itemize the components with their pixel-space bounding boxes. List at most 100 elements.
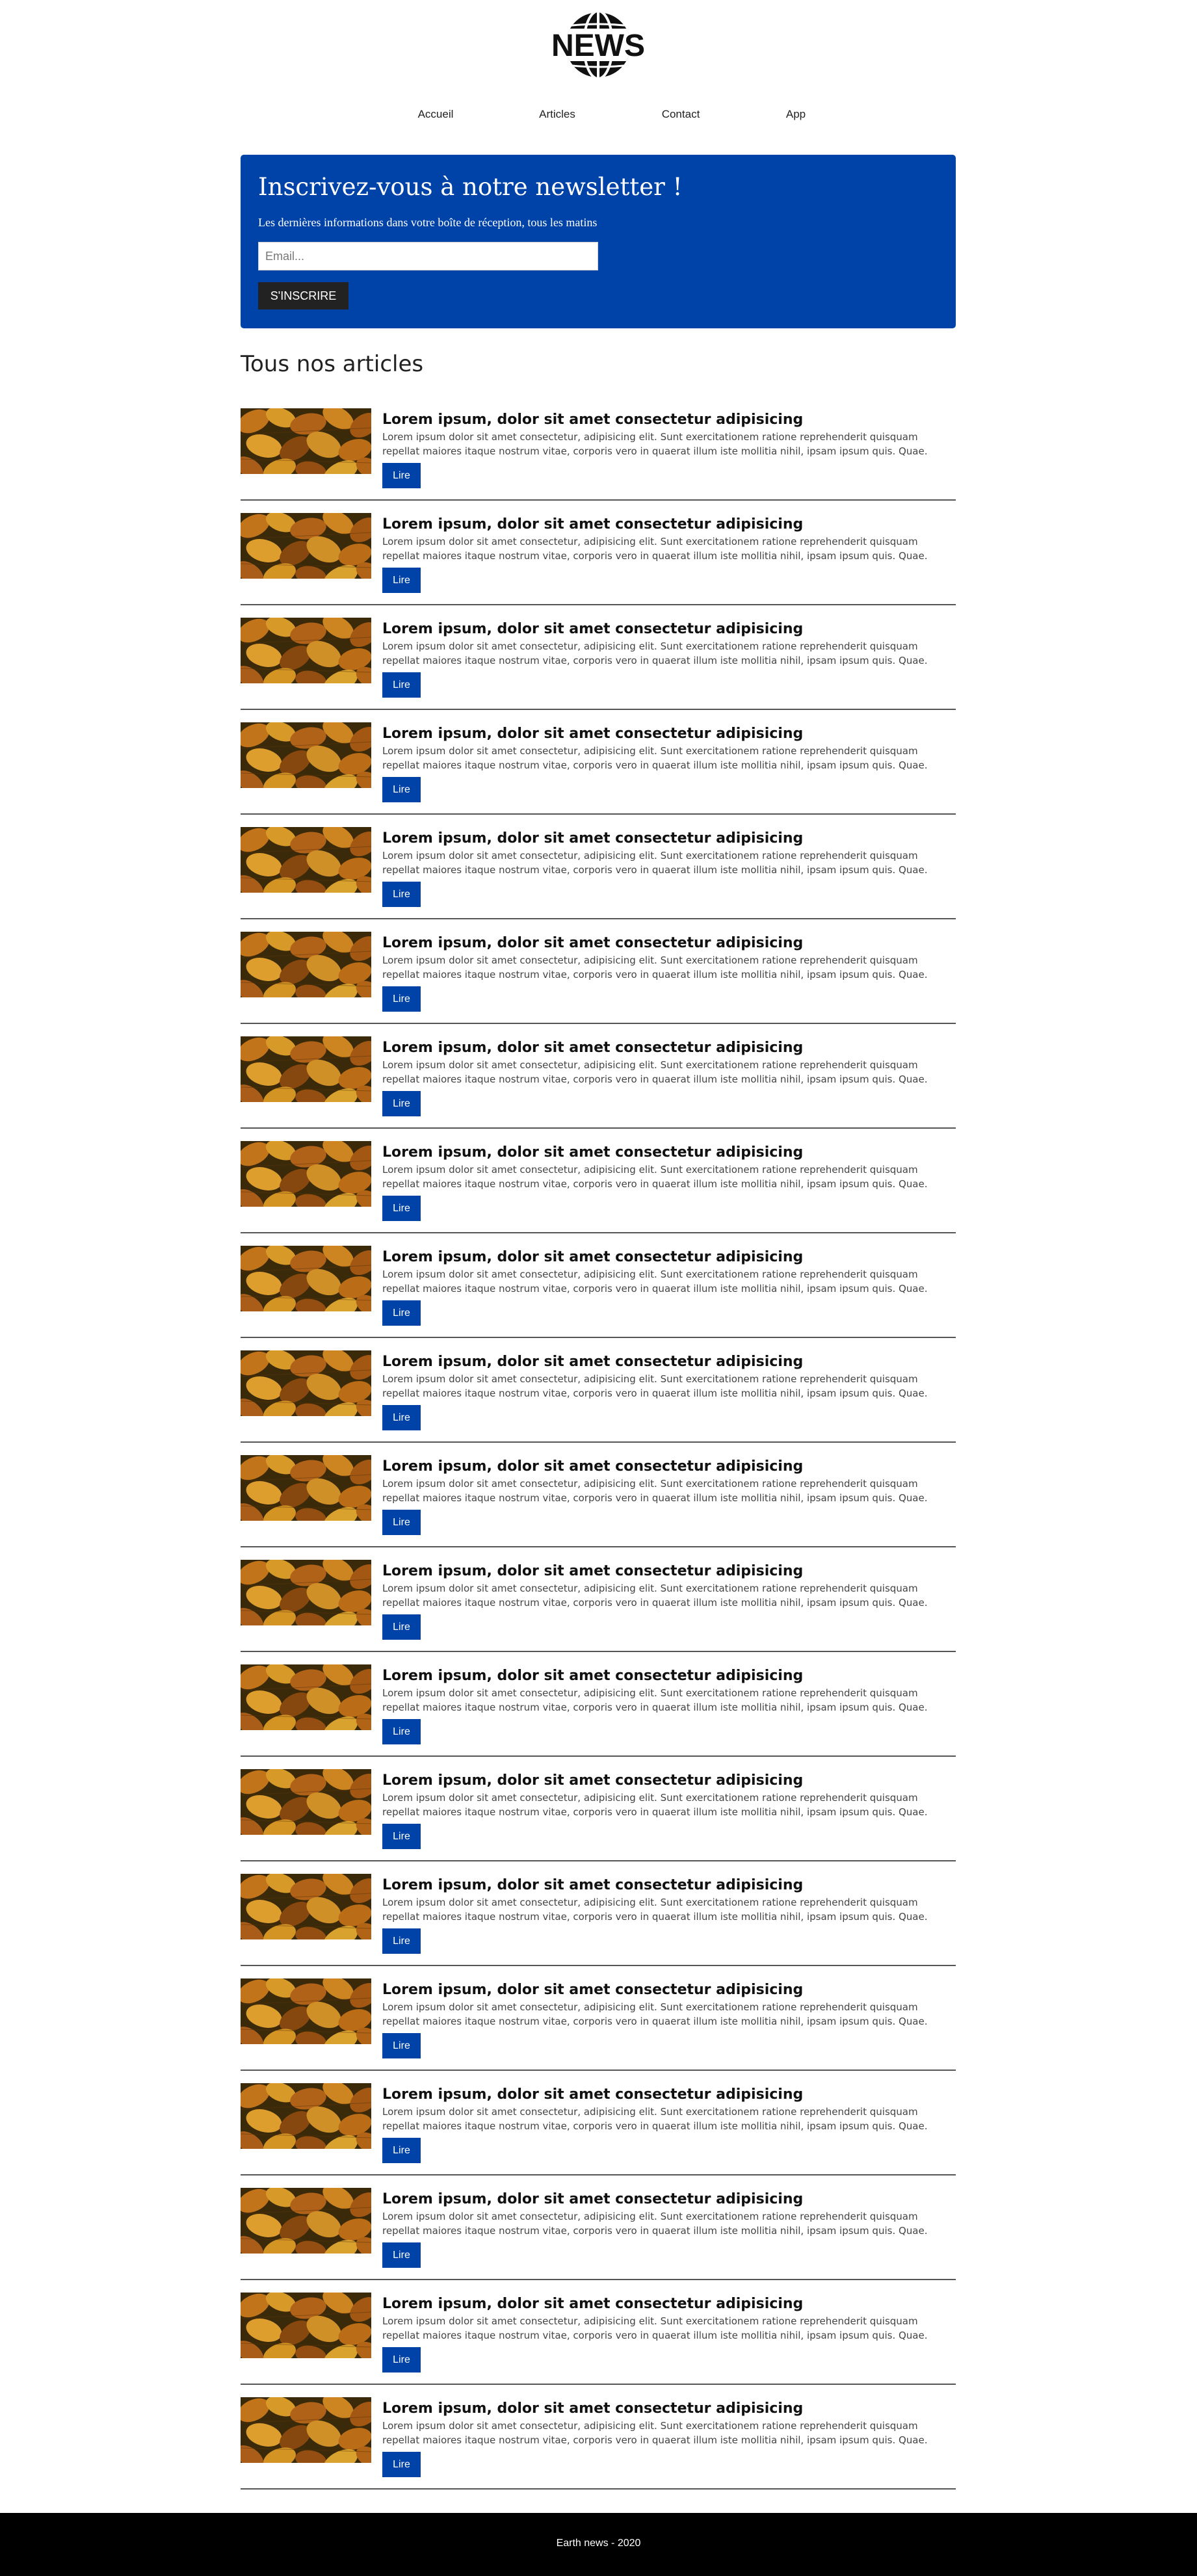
article-thumbnail[interactable] bbox=[241, 1978, 371, 2044]
article-thumbnail[interactable] bbox=[241, 2293, 371, 2358]
read-button[interactable]: Lire bbox=[382, 1928, 421, 1954]
article-title[interactable]: Lorem ipsum, dolor sit amet consectetur … bbox=[382, 621, 803, 637]
article-title[interactable]: Lorem ipsum, dolor sit amet consectetur … bbox=[382, 1877, 803, 1893]
autumn-leaves-image bbox=[241, 1036, 371, 1102]
read-button[interactable]: Lire bbox=[382, 1091, 421, 1116]
article-thumbnail[interactable] bbox=[241, 1560, 371, 1625]
nav-item-articles[interactable]: Articles bbox=[539, 108, 575, 121]
article-title[interactable]: Lorem ipsum, dolor sit amet consectetur … bbox=[382, 1458, 803, 1475]
article-excerpt: Lorem ipsum dolor sit amet consectetur, … bbox=[382, 954, 928, 980]
article-title[interactable]: Lorem ipsum, dolor sit amet consectetur … bbox=[382, 2086, 803, 2103]
subscribe-button[interactable]: S'INSCRIRE bbox=[258, 282, 349, 309]
article-title[interactable]: Lorem ipsum, dolor sit amet consectetur … bbox=[382, 2296, 803, 2312]
article-item: Lorem ipsum, dolor sit amet consectetur … bbox=[241, 2083, 956, 2188]
article-thumbnail[interactable] bbox=[241, 827, 371, 893]
article-thumbnail[interactable] bbox=[241, 408, 371, 474]
article-thumbnail[interactable] bbox=[241, 1664, 371, 1730]
nav-item-app[interactable]: App bbox=[786, 108, 806, 121]
article-thumbnail[interactable] bbox=[241, 2188, 371, 2254]
autumn-leaves-image bbox=[241, 2293, 371, 2358]
read-button[interactable]: Lire bbox=[382, 1719, 421, 1744]
article-divider bbox=[241, 2070, 956, 2071]
article-excerpt: Lorem ipsum dolor sit amet consectetur, … bbox=[382, 2315, 928, 2341]
article-excerpt: Lorem ipsum dolor sit amet consectetur, … bbox=[382, 745, 928, 771]
read-button[interactable]: Lire bbox=[382, 1300, 421, 1326]
article-excerpt: Lorem ipsum dolor sit amet consectetur, … bbox=[382, 2211, 928, 2237]
article-item: Lorem ipsum, dolor sit amet consectetur … bbox=[241, 1874, 956, 1978]
article-excerpt: Lorem ipsum dolor sit amet consectetur, … bbox=[382, 640, 928, 666]
article-item: Lorem ipsum, dolor sit amet consectetur … bbox=[241, 408, 956, 513]
article-excerpt: Lorem ipsum dolor sit amet consectetur, … bbox=[382, 1268, 928, 1295]
article-item: Lorem ipsum, dolor sit amet consectetur … bbox=[241, 2293, 956, 2397]
article-thumbnail[interactable] bbox=[241, 1874, 371, 1939]
article-title[interactable]: Lorem ipsum, dolor sit amet consectetur … bbox=[382, 1040, 803, 1056]
article-item: Lorem ipsum, dolor sit amet consectetur … bbox=[241, 1664, 956, 1769]
article-item: Lorem ipsum, dolor sit amet consectetur … bbox=[241, 513, 956, 618]
article-thumbnail[interactable] bbox=[241, 2397, 371, 2463]
read-button[interactable]: Lire bbox=[382, 1405, 421, 1430]
article-item: Lorem ipsum, dolor sit amet consectetur … bbox=[241, 2188, 956, 2293]
article-thumbnail[interactable] bbox=[241, 1350, 371, 1416]
article-title[interactable]: Lorem ipsum, dolor sit amet consectetur … bbox=[382, 1772, 803, 1789]
article-divider bbox=[241, 918, 956, 919]
read-button[interactable]: Lire bbox=[382, 568, 421, 593]
read-button[interactable]: Lire bbox=[382, 672, 421, 698]
article-thumbnail[interactable] bbox=[241, 1036, 371, 1102]
article-title[interactable]: Lorem ipsum, dolor sit amet consectetur … bbox=[382, 1144, 803, 1161]
article-thumbnail[interactable] bbox=[241, 2083, 371, 2149]
article-title[interactable]: Lorem ipsum, dolor sit amet consectetur … bbox=[382, 2400, 803, 2417]
read-button[interactable]: Lire bbox=[382, 1510, 421, 1535]
article-title[interactable]: Lorem ipsum, dolor sit amet consectetur … bbox=[382, 935, 803, 951]
article-divider bbox=[241, 1023, 956, 1024]
read-button[interactable]: Lire bbox=[382, 1196, 421, 1221]
article-title[interactable]: Lorem ipsum, dolor sit amet consectetur … bbox=[382, 830, 803, 847]
autumn-leaves-image bbox=[241, 932, 371, 997]
autumn-leaves-image bbox=[241, 1978, 371, 2044]
read-button[interactable]: Lire bbox=[382, 777, 421, 802]
article-thumbnail[interactable] bbox=[241, 932, 371, 997]
article-divider bbox=[241, 1755, 956, 1757]
article-title[interactable]: Lorem ipsum, dolor sit amet consectetur … bbox=[382, 1354, 803, 1370]
article-thumbnail[interactable] bbox=[241, 513, 371, 579]
article-title[interactable]: Lorem ipsum, dolor sit amet consectetur … bbox=[382, 1563, 803, 1579]
article-divider bbox=[241, 1337, 956, 1338]
read-button[interactable]: Lire bbox=[382, 2138, 421, 2163]
article-divider bbox=[241, 1651, 956, 1652]
article-title[interactable]: Lorem ipsum, dolor sit amet consectetur … bbox=[382, 726, 803, 742]
autumn-leaves-image bbox=[241, 408, 371, 474]
article-thumbnail[interactable] bbox=[241, 618, 371, 683]
read-button[interactable]: Lire bbox=[382, 2347, 421, 2372]
newsletter-panel: Inscrivez-vous à notre newsletter ! Les … bbox=[241, 155, 956, 328]
article-thumbnail[interactable] bbox=[241, 1246, 371, 1311]
article-divider bbox=[241, 2279, 956, 2280]
read-button[interactable]: Lire bbox=[382, 882, 421, 907]
article-title[interactable]: Lorem ipsum, dolor sit amet consectetur … bbox=[382, 412, 803, 428]
article-title[interactable]: Lorem ipsum, dolor sit amet consectetur … bbox=[382, 1668, 803, 1684]
article-thumbnail[interactable] bbox=[241, 1141, 371, 1207]
article-thumbnail[interactable] bbox=[241, 1455, 371, 1521]
email-input[interactable] bbox=[258, 242, 598, 270]
nav-item-accueil[interactable]: Accueil bbox=[418, 108, 454, 121]
article-thumbnail[interactable] bbox=[241, 722, 371, 788]
read-button[interactable]: Lire bbox=[382, 1614, 421, 1640]
read-button[interactable]: Lire bbox=[382, 986, 421, 1012]
nav-item-contact[interactable]: Contact bbox=[662, 108, 700, 121]
read-button[interactable]: Lire bbox=[382, 2033, 421, 2058]
article-title[interactable]: Lorem ipsum, dolor sit amet consectetur … bbox=[382, 1982, 803, 1998]
article-title[interactable]: Lorem ipsum, dolor sit amet consectetur … bbox=[382, 516, 803, 532]
read-button[interactable]: Lire bbox=[382, 2452, 421, 2477]
read-button[interactable]: Lire bbox=[382, 2242, 421, 2268]
article-excerpt: Lorem ipsum dolor sit amet consectetur, … bbox=[382, 1792, 928, 1818]
footer: Earth news - 2020 bbox=[0, 2513, 1197, 2576]
article-excerpt: Lorem ipsum dolor sit amet consectetur, … bbox=[382, 1897, 928, 1923]
article-title[interactable]: Lorem ipsum, dolor sit amet consectetur … bbox=[382, 2191, 803, 2207]
article-item: Lorem ipsum, dolor sit amet consectetur … bbox=[241, 1978, 956, 2083]
article-title[interactable]: Lorem ipsum, dolor sit amet consectetur … bbox=[382, 1249, 803, 1265]
globe-icon: NEWS bbox=[551, 12, 645, 77]
article-divider bbox=[241, 1441, 956, 1443]
read-button[interactable]: Lire bbox=[382, 1824, 421, 1849]
article-thumbnail[interactable] bbox=[241, 1769, 371, 1835]
read-button[interactable]: Lire bbox=[382, 463, 421, 488]
article-item: Lorem ipsum, dolor sit amet consectetur … bbox=[241, 618, 956, 722]
site-logo[interactable]: NEWS bbox=[545, 9, 651, 81]
